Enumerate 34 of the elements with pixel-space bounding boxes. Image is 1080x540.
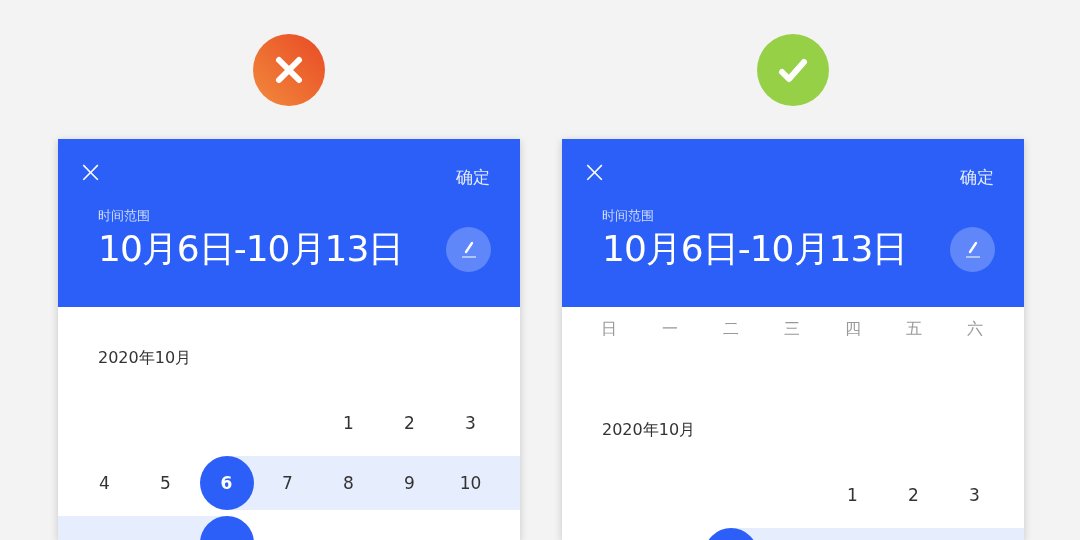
weekday-label: 一 xyxy=(660,319,679,340)
day-number[interactable]: 3 xyxy=(969,485,980,505)
weekday-label: 六 xyxy=(965,319,984,340)
range-value: 10月6日-10月13日 xyxy=(602,227,908,271)
month-label: 2020年10月 xyxy=(98,347,193,369)
close-button[interactable]: × xyxy=(582,159,608,185)
wrong-badge-icon xyxy=(253,34,325,106)
weekday-label: 二 xyxy=(721,319,740,340)
range-value: 10月6日-10月13日 xyxy=(98,227,404,271)
day-number[interactable]: 2 xyxy=(404,413,415,433)
confirm-button[interactable]: 确定 xyxy=(960,165,994,189)
range-label: 时间范围 xyxy=(602,207,655,225)
edit-button[interactable] xyxy=(950,227,995,272)
selected-day-circle[interactable]: 6 xyxy=(199,456,254,510)
edit-button[interactable] xyxy=(446,227,491,272)
day-number[interactable]: 1 xyxy=(343,413,354,433)
weekday-label: 日 xyxy=(599,319,618,340)
check-badge-icon xyxy=(757,34,829,106)
day-number[interactable]: 3 xyxy=(465,413,476,433)
weekday-label: 五 xyxy=(904,319,923,340)
confirm-button[interactable]: 确定 xyxy=(456,165,490,189)
weekday-label: 四 xyxy=(843,319,862,340)
month-label: 2020年10月 xyxy=(602,419,697,441)
range-label: 时间范围 xyxy=(98,207,151,225)
day-number[interactable]: 10 xyxy=(459,473,482,493)
weekday-label: 三 xyxy=(782,319,801,340)
day-number[interactable]: 5 xyxy=(160,473,171,493)
day-number[interactable]: 8 xyxy=(343,473,354,493)
day-number[interactable]: 9 xyxy=(404,473,415,493)
day-number[interactable]: 1 xyxy=(847,485,858,505)
day-number[interactable]: 2 xyxy=(908,485,919,505)
day-number[interactable]: 7 xyxy=(282,473,293,493)
day-number[interactable]: 4 xyxy=(99,473,110,493)
close-button[interactable]: × xyxy=(78,159,104,185)
